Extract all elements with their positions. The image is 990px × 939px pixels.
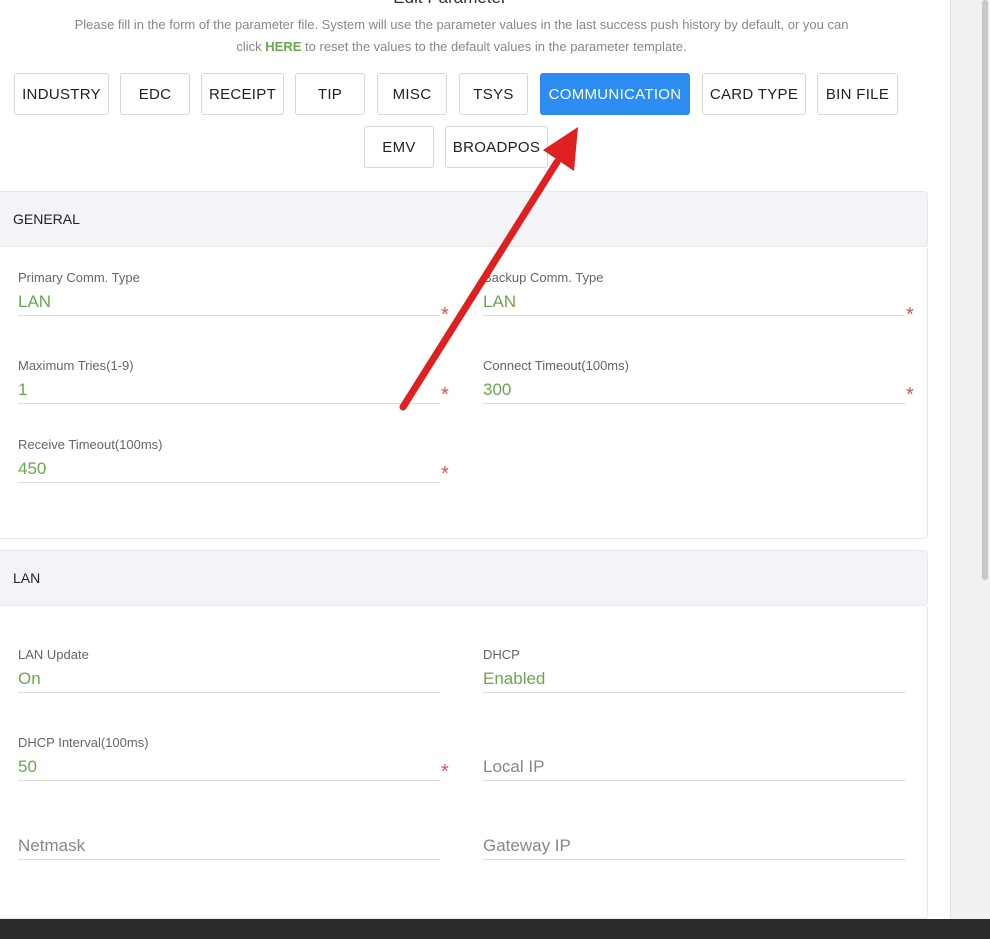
dhcp-label: DHCP — [483, 647, 520, 662]
intro-click-text: click — [236, 39, 266, 54]
dhcp-interval-label: DHCP Interval(100ms) — [18, 735, 149, 750]
intro-reset-text: to reset the values to the default value… — [301, 39, 687, 54]
local-ip-input[interactable]: Local IP — [483, 753, 905, 781]
required-mark: * — [906, 384, 914, 406]
receive-timeout-label: Receive Timeout(100ms) — [18, 437, 163, 452]
connect-timeout-field[interactable]: Connect Timeout(100ms) 300 — [483, 358, 905, 404]
scrollbar-track[interactable] — [950, 0, 990, 919]
backup-comm-type-label: Backup Comm. Type — [483, 270, 604, 285]
connect-timeout-label: Connect Timeout(100ms) — [483, 358, 629, 373]
maximum-tries-label: Maximum Tries(1-9) — [18, 358, 134, 373]
tab-tip[interactable]: TIP — [295, 73, 365, 115]
primary-comm-type-label: Primary Comm. Type — [18, 270, 140, 285]
required-mark: * — [906, 304, 914, 326]
connect-timeout-input[interactable]: 300 — [483, 376, 905, 404]
netmask-input[interactable]: Netmask — [18, 832, 440, 860]
tab-tsys[interactable]: TSYS — [459, 73, 528, 115]
bottom-bar — [0, 919, 990, 939]
tab-communication[interactable]: COMMUNICATION — [540, 73, 690, 115]
dhcp-interval-input[interactable]: 50 — [18, 753, 440, 781]
maximum-tries-field[interactable]: Maximum Tries(1-9) 1 — [18, 358, 440, 404]
tab-edc[interactable]: EDC — [120, 73, 190, 115]
intro-text: Please fill in the form of the parameter… — [0, 14, 923, 58]
gateway-ip-field[interactable]: Gateway IP — [483, 814, 905, 860]
tab-broadpos[interactable]: BROADPOS — [445, 126, 548, 168]
tab-emv[interactable]: EMV — [364, 126, 434, 168]
receive-timeout-input[interactable]: 450 — [18, 455, 440, 483]
primary-comm-type-field[interactable]: Primary Comm. Type LAN — [18, 270, 440, 316]
backup-comm-type-select[interactable]: LAN — [483, 288, 905, 316]
dhcp-interval-field[interactable]: DHCP Interval(100ms) 50 — [18, 735, 440, 781]
receive-timeout-field[interactable]: Receive Timeout(100ms) 450 — [18, 437, 440, 483]
netmask-field[interactable]: Netmask — [18, 814, 440, 860]
scrollbar-thumb[interactable] — [982, 0, 988, 580]
page-title: Edit Parameter — [0, 0, 900, 8]
backup-comm-type-field[interactable]: Backup Comm. Type LAN — [483, 270, 905, 316]
gateway-ip-input[interactable]: Gateway IP — [483, 832, 905, 860]
intro-line-2: click HERE to reset the values to the de… — [0, 36, 923, 58]
general-section-header[interactable]: GENERAL — [0, 191, 928, 247]
dhcp-field[interactable]: DHCP Enabled — [483, 647, 905, 693]
maximum-tries-input[interactable]: 1 — [18, 376, 440, 404]
tab-card-type[interactable]: CARD TYPE — [702, 73, 806, 115]
lan-section-header[interactable]: LAN — [0, 550, 928, 606]
dhcp-select[interactable]: Enabled — [483, 665, 905, 693]
intro-line-1: Please fill in the form of the parameter… — [74, 17, 849, 32]
lan-update-select[interactable]: On — [18, 665, 440, 693]
lan-update-field[interactable]: LAN Update On — [18, 647, 440, 693]
tab-industry[interactable]: INDUSTRY — [14, 73, 109, 115]
tab-bin-file[interactable]: BIN FILE — [817, 73, 898, 115]
required-mark: * — [441, 304, 449, 326]
primary-comm-type-select[interactable]: LAN — [18, 288, 440, 316]
required-mark: * — [441, 384, 449, 406]
required-mark: * — [441, 463, 449, 485]
lan-update-label: LAN Update — [18, 647, 89, 662]
local-ip-field[interactable]: Local IP — [483, 735, 905, 781]
tab-receipt[interactable]: RECEIPT — [201, 73, 284, 115]
reset-here-link[interactable]: HERE — [265, 39, 301, 54]
required-mark: * — [441, 761, 449, 783]
tab-misc[interactable]: MISC — [377, 73, 447, 115]
